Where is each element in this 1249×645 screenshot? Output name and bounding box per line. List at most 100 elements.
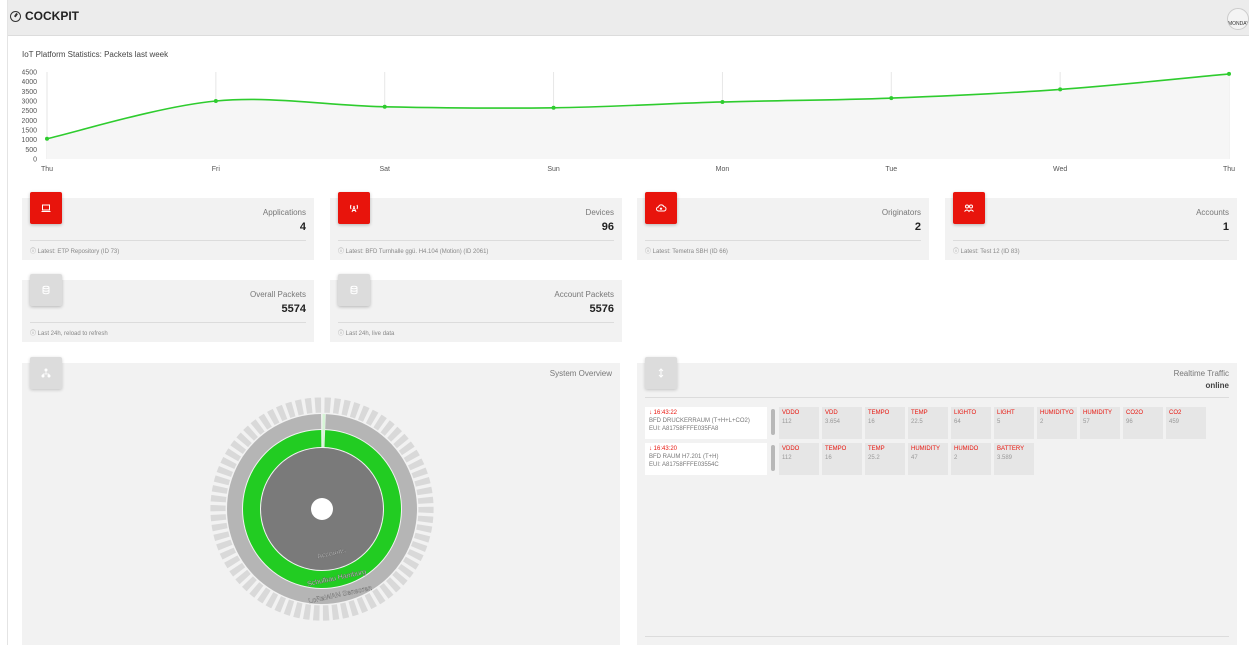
data-point[interactable] [889, 96, 894, 101]
y-tick-label: 3500 [22, 89, 37, 96]
traffic-value-key: TEMPO [868, 410, 890, 416]
traffic-value-key: HUMIDO [954, 446, 979, 452]
sunburst-leaf-segment[interactable] [415, 523, 434, 534]
traffic-value-key: CO2O [1126, 410, 1144, 416]
traffic-value: 47 [911, 455, 918, 461]
stat-card-overall-packets[interactable]: Overall Packets 5574 ⓘ Last 24h, reload … [22, 274, 314, 342]
brand-logo[interactable]: MONDAY [1227, 8, 1249, 30]
data-point[interactable] [551, 105, 556, 110]
sunburst-chart[interactable]: AccountsSchulbau HamburgLoRaWAN Sensoren [22, 363, 620, 645]
scroll-handle[interactable] [771, 445, 775, 471]
sunburst-leaf-segment[interactable] [209, 504, 227, 513]
stat-label: Devices [585, 208, 614, 217]
traffic-value-cell: VDDO 112 [779, 407, 819, 439]
traffic-value-cell: VDDO 112 [779, 443, 819, 475]
sunburst-leaf-segment[interactable] [210, 484, 229, 495]
traffic-value-key: TEMP [911, 410, 928, 416]
stat-footer: ⓘ Last 24h, reload to refresh [30, 331, 108, 337]
sunburst-leaf-segment[interactable] [340, 398, 352, 417]
traffic-device-eui: EUI: A81758FFFE035FA8 [649, 426, 719, 432]
sunburst-leaf-segment[interactable] [303, 397, 314, 415]
traffic-value: 459 [1169, 419, 1180, 425]
traffic-device-info: ↓ 16:43:20 BFD RAUM H7.201 (T+H) EUI: A8… [645, 443, 775, 475]
laptop-icon [30, 192, 62, 224]
sunburst-leaf-segment[interactable] [293, 398, 305, 417]
sunburst-leaf-segment[interactable] [332, 397, 342, 415]
traffic-value: 96 [1126, 419, 1133, 425]
stat-value: 96 [601, 221, 614, 233]
stat-label: Overall Packets [249, 290, 306, 299]
divider [338, 322, 614, 323]
stat-card-originators[interactable]: Originators 2 ⓘ Latest: Temetra SBH (ID … [637, 192, 929, 260]
traffic-value: 112 [782, 419, 792, 425]
stat-card-applications[interactable]: Applications 4 ⓘ Latest: ETP Repository … [22, 192, 314, 260]
y-tick-label: 3000 [22, 99, 37, 106]
sunburst-center[interactable] [311, 498, 333, 520]
traffic-row[interactable]: ↓ 16:43:20 BFD RAUM H7.201 (T+H) EUI: A8… [645, 443, 1229, 475]
traffic-value-key: VDDO [782, 446, 800, 452]
data-point[interactable] [213, 99, 218, 103]
traffic-value-cell: HUMIDITY 47 [908, 443, 948, 475]
traffic-value: 3.589 [997, 455, 1013, 461]
divider [30, 240, 306, 241]
divider [645, 636, 1229, 637]
sunburst-leaf-segment[interactable] [339, 601, 351, 620]
data-point[interactable] [720, 99, 725, 104]
sunburst-leaf-segment[interactable] [313, 396, 322, 414]
traffic-value-key: VDD [825, 410, 838, 416]
stat-label: Originators [881, 208, 921, 217]
y-tick-label: 1500 [22, 128, 37, 135]
sunburst-leaf-segment[interactable] [322, 604, 331, 622]
top-bar: COCKPIT MONDAY [8, 0, 1249, 36]
stat-footer: ⓘ Latest: ETP Repository (ID 73) [30, 249, 120, 255]
stat-footer: ⓘ Last 24h, live data [338, 331, 395, 337]
stat-value: 5576 [589, 303, 614, 315]
stat-card-account-packets[interactable]: Account Packets 5576 ⓘ Last 24h, live da… [330, 274, 622, 342]
antenna-icon [338, 192, 370, 224]
sunburst-leaf-segment[interactable] [417, 505, 435, 514]
stat-label: Applications [262, 208, 306, 217]
data-point[interactable] [45, 136, 49, 141]
traffic-value-cell: VDD 3.654 [822, 407, 862, 439]
sunburst-leaf-segment[interactable] [330, 603, 341, 621]
sunburst-leaf-segment[interactable] [323, 396, 332, 414]
data-point[interactable] [1227, 71, 1231, 76]
series-area [47, 73, 1229, 159]
stat-card-devices[interactable]: Devices 96 ⓘ Latest: BFD Turnhalle ggü. … [330, 192, 622, 260]
stat-value: 1 [1222, 221, 1229, 233]
database-icon [30, 274, 62, 306]
sunburst-leaf-segment[interactable] [210, 521, 229, 533]
page-title: COCKPIT [10, 9, 79, 23]
traffic-status: online [1205, 381, 1229, 390]
scroll-handle[interactable] [771, 409, 775, 435]
sunburst-leaf-segment[interactable] [416, 495, 435, 505]
divider [953, 240, 1229, 241]
sunburst-leaf-segment[interactable] [209, 494, 228, 504]
traffic-device-info: ↓ 16:43:22 BFD DRUCKERRAUM (T+H+L+CO2) E… [645, 407, 775, 439]
traffic-value: 112 [782, 455, 792, 461]
sunburst-leaf-segment[interactable] [312, 604, 321, 622]
x-tick-label: Wed [1053, 166, 1067, 173]
traffic-device-name: BFD DRUCKERRAUM (T+H+L+CO2) [649, 418, 750, 424]
traffic-device-name: BFD RAUM H7.201 (T+H) [649, 454, 719, 460]
sunburst-leaf-segment[interactable] [302, 603, 312, 621]
x-tick-label: Mon [716, 166, 730, 173]
traffic-value-cell: LIGHTO 64 [951, 407, 991, 439]
traffic-value-cell: TEMP 25.2 [865, 443, 905, 475]
cloud-upload-icon [645, 192, 677, 224]
sunburst-leaf-segment[interactable] [416, 514, 435, 524]
sunburst-leaf-segment[interactable] [209, 513, 228, 523]
traffic-value-cell: HUMIDITY 57 [1080, 407, 1120, 439]
traffic-value-key: TEMP [868, 446, 885, 452]
data-point[interactable] [1058, 87, 1063, 92]
traffic-value-key: VDDO [782, 410, 800, 416]
stat-card-accounts[interactable]: Accounts 1 ⓘ Latest: Test 12 (ID 83) [945, 192, 1237, 260]
y-tick-label: 2500 [22, 108, 37, 115]
divider [338, 240, 614, 241]
traffic-value-key: HUMIDITY [911, 446, 940, 452]
data-point[interactable] [382, 104, 387, 109]
x-tick-label: Sun [547, 166, 560, 173]
sunburst-leaf-segment[interactable] [415, 485, 434, 497]
traffic-row[interactable]: ↓ 16:43:22 BFD DRUCKERRAUM (T+H+L+CO2) E… [645, 407, 1229, 439]
sunburst-leaf-segment[interactable] [292, 601, 304, 620]
